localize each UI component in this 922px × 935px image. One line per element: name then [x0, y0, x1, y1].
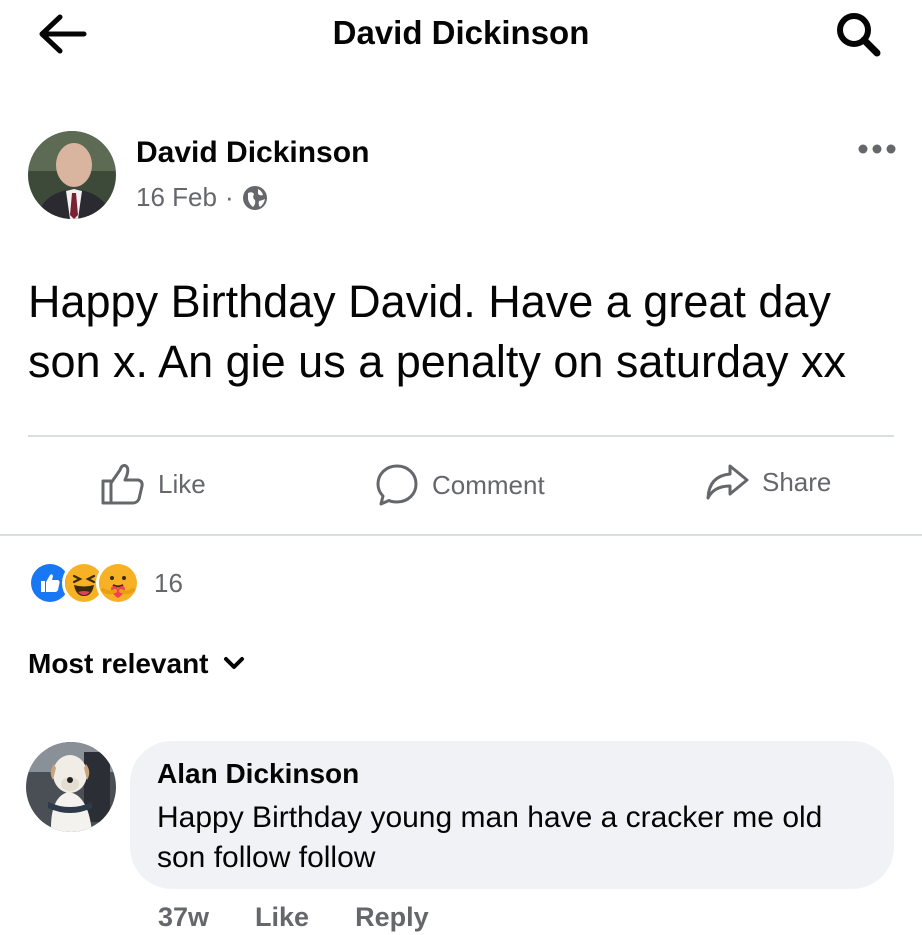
divider — [28, 435, 894, 437]
post-text: Happy Birthday David. Have a great day s… — [28, 276, 846, 387]
sort-label: Most relevant — [28, 648, 209, 679]
chevron-down-icon — [223, 657, 244, 669]
author-avatar[interactable] — [28, 131, 116, 219]
comment-reply-link[interactable]: Reply — [355, 902, 429, 933]
care-reaction-icon — [96, 561, 140, 605]
comment-text: Happy Birthday young man have a cracker … — [157, 801, 823, 874]
post-author-name[interactable]: David Dickinson — [136, 136, 369, 170]
share-button[interactable]: Share — [704, 462, 831, 502]
comment-timestamp[interactable]: 37w — [158, 902, 209, 933]
commenter-avatar[interactable] — [26, 742, 116, 832]
reactions-summary[interactable]: 16 — [28, 561, 183, 605]
post-date[interactable]: 16 Feb — [136, 182, 217, 213]
search-icon — [837, 13, 881, 57]
comment-author-name[interactable]: Alan Dickinson — [157, 758, 359, 790]
thumbs-up-icon — [101, 464, 144, 505]
comment-sort-dropdown[interactable]: Most relevant — [28, 648, 245, 680]
share-label: Share — [762, 466, 832, 497]
comment-button[interactable]: Comment — [374, 462, 545, 508]
like-button[interactable]: Like — [100, 462, 206, 506]
globe-icon — [242, 185, 267, 210]
like-label: Like — [158, 468, 206, 499]
share-arrow-icon — [706, 464, 749, 500]
comment-bubble-icon — [376, 464, 418, 506]
post-meta: 16 Feb · — [136, 182, 268, 213]
divider — [0, 534, 922, 536]
comment-label: Comment — [432, 469, 545, 500]
meta-separator: · — [224, 182, 234, 212]
comment-like-link[interactable]: Like — [255, 902, 309, 933]
search-button[interactable] — [832, 10, 886, 58]
comment-footer: 37w Like Reply — [158, 902, 429, 933]
more-horizontal-icon — [858, 144, 896, 154]
reaction-count: 16 — [154, 567, 183, 598]
page-title: David Dickinson — [332, 14, 590, 51]
more-options-button[interactable] — [852, 136, 902, 162]
